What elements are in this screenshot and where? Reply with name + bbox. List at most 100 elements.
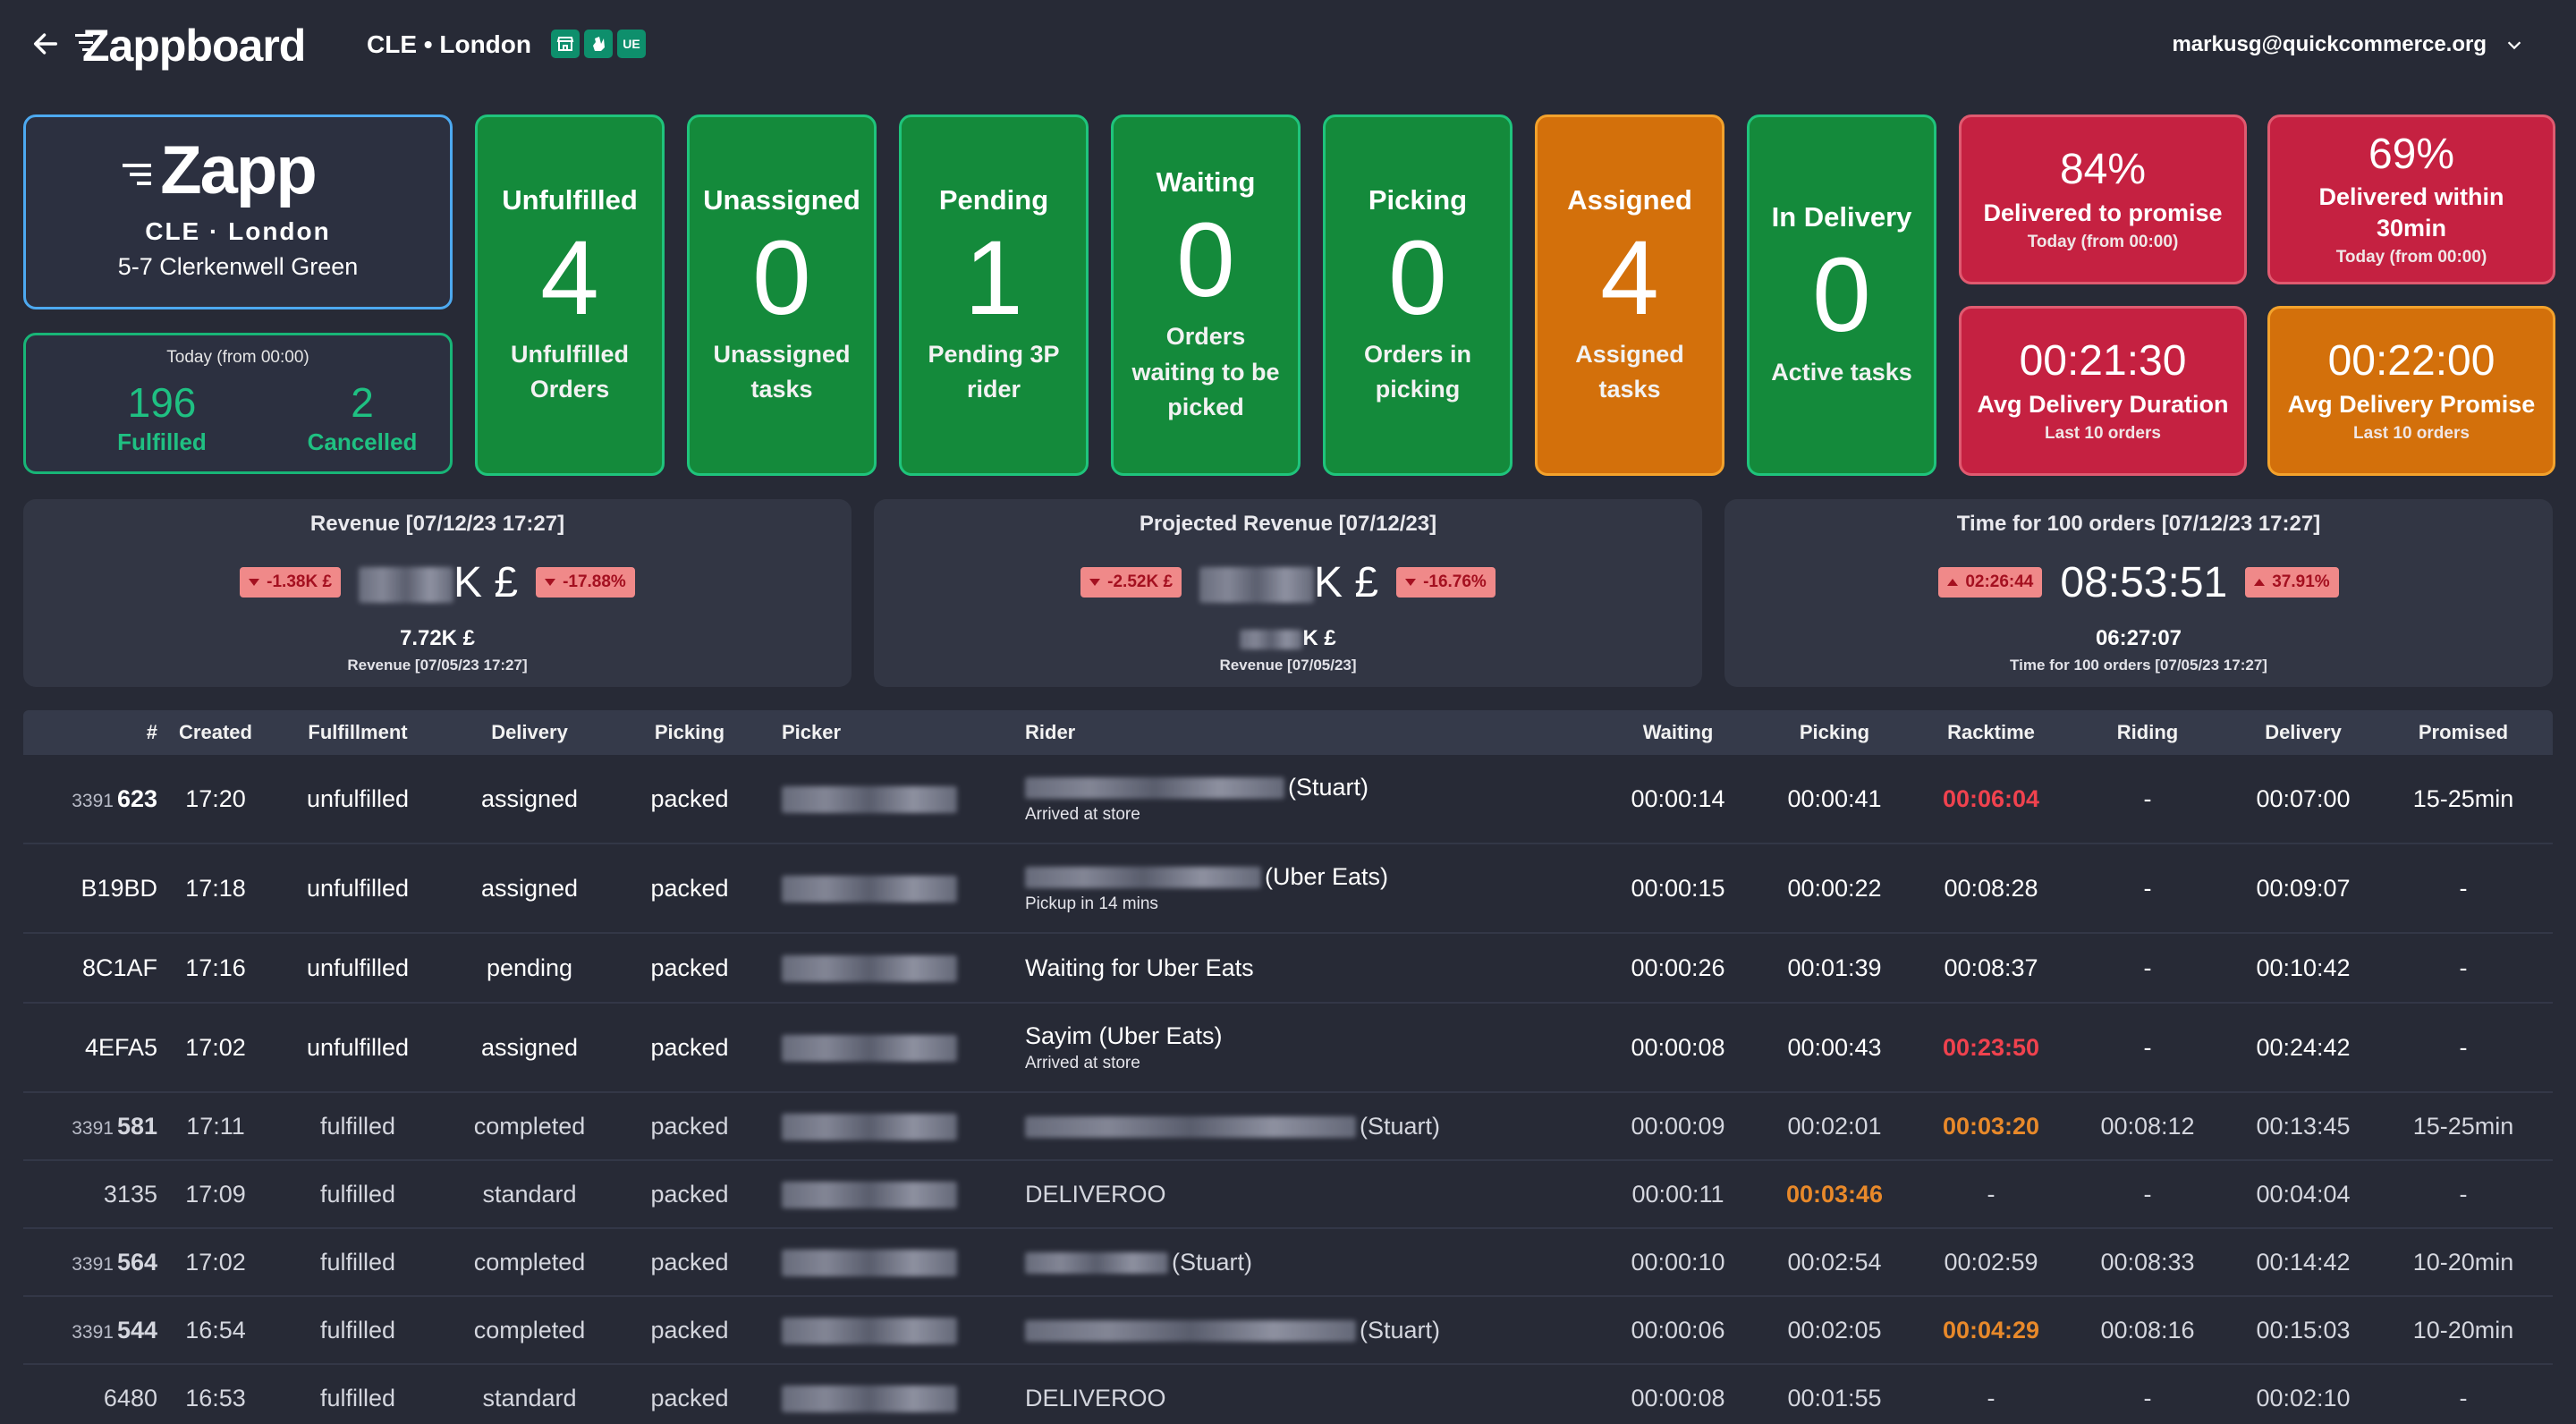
delivery-status-cell: pending — [486, 954, 573, 981]
racktime-cell: 00:08:37 — [1944, 954, 2038, 981]
picking-status-cell: packed — [650, 1384, 729, 1411]
picking-time-cell: 00:01:39 — [1787, 954, 1882, 981]
table-row[interactable]: 6480 16:53 fulfilled standard packed DELIVERO… — [23, 1365, 2553, 1424]
order-id[interactable]: 3135 — [104, 1181, 157, 1208]
zapp-logo: Zapp — [123, 137, 318, 205]
order-id-cell: 3391 564 — [23, 1249, 157, 1276]
status-value: 0 — [1388, 218, 1447, 337]
order-id-prefix: 3391 — [72, 1253, 114, 1275]
picker-cell — [762, 874, 1025, 903]
status-card-picking[interactable]: Picking 0 Orders in picking — [1323, 114, 1513, 476]
status-card-in-delivery[interactable]: In Delivery 0 Active tasks — [1747, 114, 1936, 476]
order-id-cell: 6480 — [23, 1385, 157, 1412]
status-card-unfulfilled[interactable]: Unfulfilled 4 Unfulfilled Orders — [475, 114, 665, 476]
delivery-status-cell: completed — [473, 1248, 586, 1276]
table-row[interactable]: 3135 17:09 fulfilled standard packed DELIVERO… — [23, 1161, 2553, 1229]
top-bar: Zappboard CLE • London UE markusg@quickc… — [0, 0, 2576, 93]
order-id[interactable]: 6480 — [104, 1385, 157, 1411]
delivery-status-cell: completed — [473, 1316, 586, 1343]
table-row[interactable]: 3391 623 17:20 unfulfilled assigned packed (St… — [23, 755, 2553, 844]
rider-status: Arrived at store — [1025, 1053, 1140, 1072]
table-row[interactable]: 3391 544 16:54 fulfilled completed packed (Stu… — [23, 1297, 2553, 1365]
revenue-value: K £ — [359, 558, 518, 607]
metric-note: Last 10 orders — [2045, 423, 2161, 443]
user-menu[interactable]: markusg@quickcommerce.org — [2172, 32, 2524, 57]
status-card-assigned[interactable]: Assigned 4 Assigned tasks — [1535, 114, 1724, 476]
brand-logo[interactable]: Zappboard — [75, 20, 306, 72]
time-for-100-orders-card: Time for 100 orders [07/12/23 17:27] 02:… — [1724, 499, 2553, 687]
column-header-created[interactable]: Created — [157, 721, 274, 744]
status-title: Unassigned — [703, 183, 860, 216]
metric-value: 00:21:30 — [2019, 337, 2187, 386]
order-id[interactable]: 623 — [117, 785, 157, 812]
column-header-picking[interactable]: Picking — [617, 721, 762, 744]
order-id[interactable]: B19BD — [80, 875, 157, 902]
status-title: Waiting — [1156, 166, 1256, 199]
picking-time-cell: 00:00:41 — [1787, 784, 1882, 812]
picking-status-cell: packed — [650, 874, 729, 902]
fulfillment-cell: unfulfilled — [306, 784, 410, 812]
riding-time-cell: - — [2143, 1033, 2152, 1061]
riding-time-cell: 00:08:16 — [2100, 1316, 2195, 1343]
column-header-delivery[interactable]: Delivery — [442, 721, 617, 744]
column-header-number[interactable]: # — [23, 721, 157, 744]
redacted-rider-name — [1025, 1116, 1356, 1139]
rider-cell: DELIVEROO — [1025, 1181, 1597, 1208]
column-header-rider[interactable]: Rider — [1025, 721, 1597, 744]
column-header-promised[interactable]: Promised — [2383, 721, 2544, 744]
metric-note: Last 10 orders — [2353, 423, 2470, 443]
brand-name: Zappboard — [82, 21, 306, 71]
column-header-racktime[interactable]: Racktime — [1911, 721, 2072, 744]
waiting-time-cell: 00:00:15 — [1631, 874, 1725, 902]
status-card-waiting[interactable]: Waiting 0 Orders waiting to be picked — [1111, 114, 1301, 476]
order-id[interactable]: 4EFA5 — [85, 1034, 157, 1061]
metric-label: Avg Delivery Duration — [1977, 390, 2229, 418]
redacted-picker-name — [782, 1385, 957, 1412]
table-row[interactable]: 8C1AF 17:16 unfulfilled pending packed Waitin… — [23, 934, 2553, 1004]
created-cell: 17:20 — [185, 784, 246, 812]
order-id[interactable]: 581 — [117, 1113, 157, 1140]
redacted-picker-name — [782, 1181, 957, 1208]
time100-pct-badge: 37.91% — [2245, 567, 2339, 598]
time100-previous-label: Time for 100 orders [07/05/23 17:27] — [2010, 657, 2267, 674]
status-value: 0 — [752, 218, 811, 337]
racktime-cell: 00:08:28 — [1944, 874, 2038, 902]
delivery-time-cell: 00:24:42 — [2256, 1033, 2351, 1061]
table-row[interactable]: 3391 564 17:02 fulfilled completed packed (Stu… — [23, 1229, 2553, 1297]
column-header-waiting[interactable]: Waiting — [1597, 721, 1758, 744]
status-value: 4 — [1600, 218, 1659, 337]
order-id[interactable]: 544 — [117, 1317, 157, 1343]
waiting-time-cell: 00:00:06 — [1631, 1316, 1725, 1343]
picker-cell — [762, 1248, 1025, 1276]
riding-time-cell: - — [2143, 874, 2152, 902]
status-subtitle: Assigned tasks — [1575, 340, 1684, 403]
down-arrow-icon — [1089, 579, 1101, 586]
metric-label: Delivered within 30min — [2318, 183, 2504, 242]
status-card-pending[interactable]: Pending 1 Pending 3P rider — [899, 114, 1089, 476]
table-row[interactable]: 4EFA5 17:02 unfulfilled assigned packed Sayim… — [23, 1004, 2553, 1093]
order-id[interactable]: 564 — [117, 1249, 157, 1276]
order-id-cell: 8C1AF — [23, 954, 157, 982]
table-row[interactable]: 3391 581 17:11 fulfilled completed packed (Stu… — [23, 1093, 2553, 1161]
promised-cell: - — [2459, 1180, 2468, 1208]
ubereats-channel-icon: UE — [617, 30, 646, 58]
rider-provider: (Stuart) — [1172, 1248, 1253, 1276]
column-header-delivery-time[interactable]: Delivery — [2224, 721, 2383, 744]
status-card-unassigned[interactable]: Unassigned 0 Unassigned tasks — [687, 114, 877, 476]
back-arrow-icon[interactable] — [30, 29, 61, 59]
order-id-cell: 3135 — [23, 1181, 157, 1208]
up-arrow-icon — [2254, 579, 2266, 586]
order-id-prefix: 3391 — [72, 1117, 114, 1139]
store-label: CLE • London — [367, 30, 531, 58]
column-header-riding[interactable]: Riding — [2072, 721, 2224, 744]
revenue-card: Revenue [07/12/23 17:27] -1.38K £ K £ -1… — [23, 499, 852, 687]
column-header-picker[interactable]: Picker — [762, 721, 1025, 744]
delivery-status-cell: assigned — [480, 1033, 579, 1061]
created-cell: 17:18 — [185, 874, 246, 902]
table-row[interactable]: B19BD 17:18 unfulfilled assigned packed (Uber… — [23, 844, 2553, 934]
picker-cell — [762, 1180, 1025, 1208]
column-header-picking-time[interactable]: Picking — [1758, 721, 1911, 744]
column-header-fulfillment[interactable]: Fulfillment — [274, 721, 442, 744]
picking-time-cell: 00:02:05 — [1787, 1316, 1882, 1343]
order-id[interactable]: 8C1AF — [82, 954, 157, 981]
